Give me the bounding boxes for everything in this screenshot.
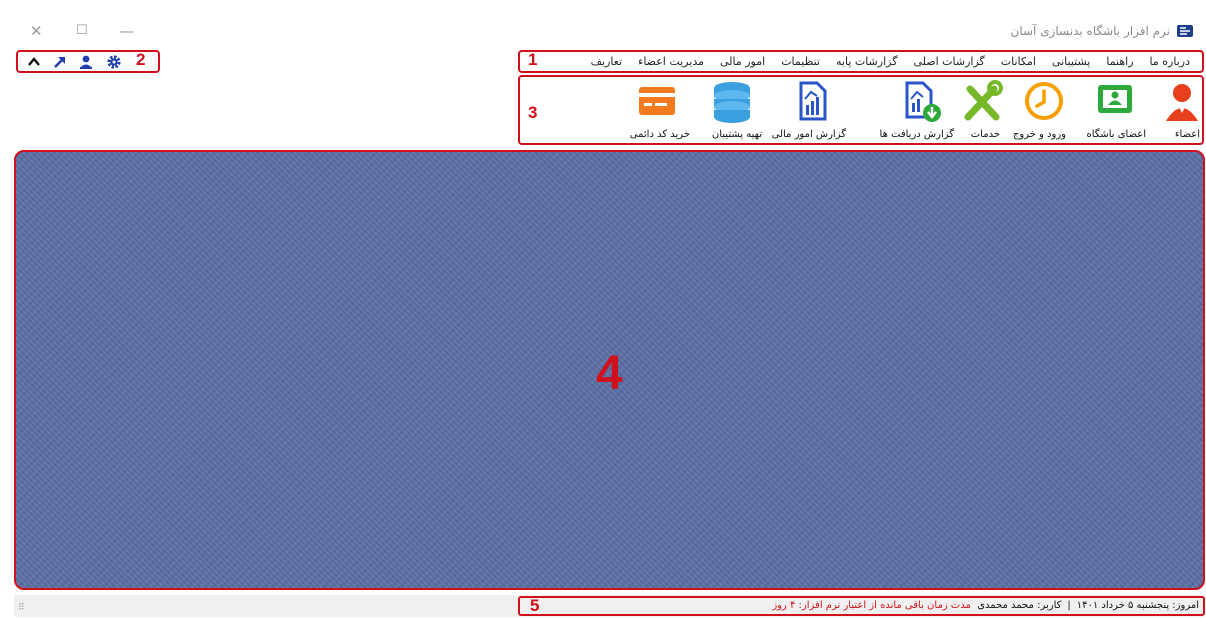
ribbon-label: گزارش امور مالی	[771, 129, 846, 140]
ribbon-members-button[interactable]: اعضاء	[1158, 79, 1202, 141]
menu-items: تعاریف مدیریت اعضاء امور مالی تنظیمات گز…	[583, 54, 1198, 70]
app-logo-icon	[1177, 25, 1193, 37]
menu-item-support[interactable]: پشتیبانی	[1044, 54, 1098, 70]
minimize-window-button[interactable]: —	[119, 22, 134, 40]
financial-report-icon	[799, 81, 827, 121]
status-bar: ⠿ 5 امروز: پنجشنبه ۵ خرداد ۱۴۰۱ | کاربر: م…	[14, 595, 1205, 617]
report-download-icon	[905, 81, 941, 122]
external-arrow-icon[interactable]	[52, 54, 68, 70]
menu-item-definitions[interactable]: تعاریف	[583, 54, 630, 70]
tools-icon	[964, 80, 1003, 121]
ribbon-toolbar: 3 اعضاء اعضای باشگاه ورود و خروج خدمات گ…	[518, 75, 1204, 145]
close-window-button[interactable]: ✕	[30, 22, 43, 40]
status-separator: |	[1067, 600, 1071, 611]
clock-icon	[1025, 82, 1063, 120]
ribbon-label: تهیه پشتیبان	[711, 129, 762, 140]
annotation-number-4: 4	[596, 347, 623, 400]
status-info: 5 امروز: پنجشنبه ۵ خرداد ۱۴۰۱ | کاربر: محم…	[518, 596, 1205, 616]
annotation-number-2: 2	[136, 50, 146, 69]
ribbon-buy-license-button[interactable]: خرید کد دائمی	[612, 79, 694, 141]
menu-item-finance[interactable]: امور مالی	[712, 54, 773, 70]
ribbon-label: اعضاء	[1174, 129, 1200, 140]
main-workspace: 4	[14, 150, 1205, 590]
ribbon-label: گزارش دریافت ها	[879, 129, 954, 140]
credit-card-icon	[639, 87, 675, 115]
user-icon[interactable]	[78, 54, 94, 70]
app-window: ✕ ☐ — نرم افزار باشگاه بدنسازی آسان 1 تع…	[0, 0, 1206, 619]
ribbon-label: خرید کد دائمی	[629, 129, 690, 140]
ribbon-entry-exit-button[interactable]: ورود و خروج	[1008, 79, 1072, 141]
resize-grip-icon[interactable]: ⠿	[18, 603, 25, 613]
ribbon-backup-button[interactable]: تهیه پشتیبان	[696, 79, 764, 141]
menu-item-features[interactable]: امکانات	[993, 54, 1044, 70]
ribbon-label: ورود و خروج	[1012, 129, 1066, 140]
maximize-window-button[interactable]: ☐	[76, 22, 88, 40]
menu-item-main-reports[interactable]: گزارشات اصلی	[905, 54, 992, 70]
ribbon-receipts-report-button[interactable]: گزارش دریافت ها	[879, 79, 956, 141]
menu-item-settings[interactable]: تنظیمات	[773, 54, 828, 70]
menu-item-basic-reports[interactable]: گزارشات پایه	[828, 54, 905, 70]
menu-bar: 1 تعاریف مدیریت اعضاء امور مالی تنظیمات …	[518, 50, 1204, 73]
member-avatar-icon	[1166, 84, 1198, 121]
quick-toolbar: 2	[16, 50, 160, 73]
ribbon-label: اعضای باشگاه	[1086, 129, 1147, 140]
status-user: کاربر: محمد محمدی	[977, 600, 1062, 611]
status-remaining-time: مدت زمان باقی مانده از اعتبار نرم افزار:…	[772, 600, 971, 611]
menu-item-help[interactable]: راهنما	[1098, 54, 1141, 70]
annotation-number-1: 1	[528, 50, 538, 69]
collapse-chevron-icon[interactable]	[26, 54, 42, 70]
title-bar: ✕ ☐ — نرم افزار باشگاه بدنسازی آسان	[0, 14, 1206, 50]
ribbon-club-members-button[interactable]: اعضای باشگاه	[1078, 79, 1150, 141]
status-today: امروز: پنجشنبه ۵ خرداد ۱۴۰۱	[1076, 600, 1199, 611]
ribbon-financial-report-button[interactable]: گزارش امور مالی	[770, 79, 852, 141]
status-text: امروز: پنجشنبه ۵ خرداد ۱۴۰۱ | کاربر: محمد …	[772, 600, 1199, 611]
settings-gear-icon[interactable]	[106, 54, 122, 70]
menu-item-members-management[interactable]: مدیریت اعضاء	[630, 54, 712, 70]
ribbon-services-button[interactable]: خدمات	[958, 79, 1006, 141]
club-members-icon	[1098, 85, 1132, 113]
annotation-number-3: 3	[528, 103, 538, 122]
database-icon	[714, 82, 750, 123]
ribbon-label: خدمات	[970, 129, 1000, 140]
menu-item-about[interactable]: درباره ما	[1142, 54, 1198, 70]
annotation-number-5: 5	[530, 596, 540, 615]
window-title: نرم افزار باشگاه بدنسازی آسان	[1010, 24, 1170, 38]
